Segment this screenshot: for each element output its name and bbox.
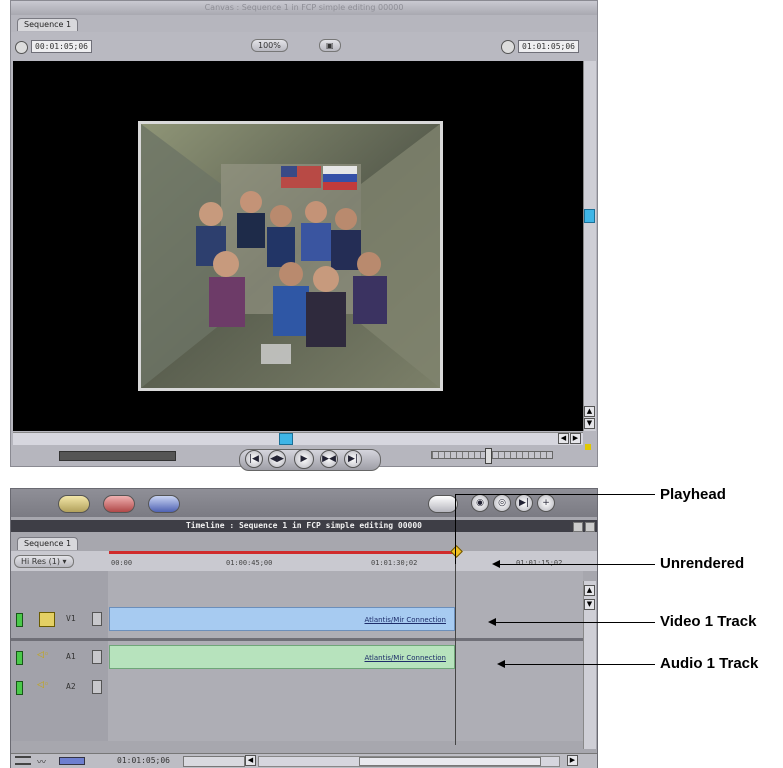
play-icon[interactable]: ▶ [294,449,314,469]
timecode-duration-icon [15,41,28,54]
timeline-vertical-scrollbar[interactable]: ▲ ▼ [583,581,596,749]
scroll-right-arrow-icon[interactable]: ▶ [567,755,578,766]
canvas-vscroll-thumb[interactable] [584,209,595,223]
current-timecode[interactable]: 01:01:05;06 [518,40,579,53]
canvas-header-row: 00:01:05;06 100% ▣ 01:01:05;06 [11,32,597,61]
a2-lock-icon[interactable] [92,680,102,694]
a1-track-name: A1 [66,652,76,661]
play-in-out-icon[interactable] [148,495,180,513]
v1-visibility-toggle[interactable] [16,613,23,627]
canvas-title-bar[interactable]: Canvas : Sequence 1 in FCP simple editin… [11,1,597,15]
playhead-line[interactable] [455,555,456,745]
scroll-left-arrow-icon[interactable]: ◀ [245,755,256,766]
timeline-title-bar[interactable]: Timeline : Sequence 1 in FCP simple edit… [11,520,597,532]
timeline-ruler[interactable]: Hi Res (1) ▾ 00:00 01:00:45;00 01:01:30;… [11,545,597,571]
timeline-horizontal-scrollbar[interactable] [258,756,560,767]
shuttle-slider-thumb[interactable] [485,448,492,464]
unrendered-callout-line [500,564,655,565]
mark-out-icon[interactable] [103,495,135,513]
scroll-up-arrow-icon[interactable]: ▲ [584,585,595,596]
canvas-tab-sequence[interactable]: Sequence 1 [17,18,79,31]
video-track-annotation: Video 1 Track [660,613,757,630]
playhead-callout-connector [455,494,456,564]
video-audio-divider[interactable] [11,638,583,641]
playhead-handle-icon[interactable] [450,545,463,558]
a1-lock-icon[interactable] [92,650,102,664]
record-icon[interactable]: ◉ [471,494,489,512]
scroll-down-arrow-icon[interactable]: ▼ [584,599,595,610]
v1-lock-icon[interactable] [92,612,102,626]
a1-audible-toggle[interactable] [16,651,23,665]
timeline-window: ◉ ◎ ▶| + Timeline : Sequence 1 in FCP si… [10,488,598,768]
video-track-arrow-icon [488,618,496,626]
ruler-label-1: 01:00:45;00 [226,559,273,567]
ruler-label-2: 01:01:30;02 [371,559,418,567]
transport-controls-row: |◀ ◀▶ ▶ ▶◀ ▶| [11,448,597,471]
scroll-left-arrow-icon[interactable]: ◀ [558,433,569,444]
duration-timecode[interactable]: 00:01:05;06 [31,40,92,53]
add-edit-icon[interactable]: + [537,494,555,512]
zoom-popup[interactable]: 100% [251,39,288,52]
audio-track-callout-line [505,664,655,665]
timeline-zoom-slider[interactable] [183,756,245,767]
audio-track-annotation: Audio 1 Track [660,655,759,672]
a1-clip[interactable]: Atlantis/Mir Connection [109,645,455,669]
v1-track-name: V1 [66,614,76,623]
scroll-right-arrow-icon[interactable]: ▶ [570,433,581,444]
track-layout-icon[interactable] [15,756,31,765]
next-edit-icon[interactable]: ▶| [515,494,533,512]
v1-clip[interactable]: Atlantis/Mir Connection [109,607,455,631]
marker-icon[interactable]: ◎ [493,494,511,512]
timeline-current-timecode[interactable]: 01:01:05;06 [117,756,170,765]
space-station-crew-photo [141,124,440,388]
shuttle-slider[interactable] [431,451,553,459]
unrendered-bar [109,551,455,554]
mark-in-icon[interactable] [58,495,90,513]
ruler-label-3: 01:01:15;02 [516,559,563,567]
timeline-tab-sequence[interactable]: Sequence 1 [17,537,79,550]
a2-audible-toggle[interactable] [16,681,23,695]
canvas-vertical-scrollbar[interactable]: ▲ ▼ [583,61,596,431]
ruler-label-0: 00:00 [111,559,133,567]
a2-track-name: A2 [66,682,76,691]
current-timecode-icon [501,40,515,54]
speaker-icon: ◁◦ [37,650,50,660]
go-to-in-icon[interactable]: |◀ [245,450,263,468]
canvas-horizontal-scrollbar[interactable]: ◀ ▶ [13,432,583,445]
scroll-up-arrow-icon[interactable]: ▲ [584,406,595,417]
zoom-window-icon[interactable] [573,522,583,532]
audio-track-a2: ◁◦ A2 [11,675,583,701]
audio-track-arrow-icon [497,660,505,668]
prev-edit-icon[interactable] [428,495,458,513]
video-frame-image [138,121,443,391]
play-in-to-out-icon[interactable]: ◀▶ [268,450,286,468]
scroll-down-arrow-icon[interactable]: ▼ [584,418,595,429]
canvas-window: Canvas : Sequence 1 in FCP simple editin… [10,0,598,471]
speaker-icon: ◁◦ [37,680,50,690]
timeline-bottom-bar: 〰 01:01:05;06 ◀ ▶ [11,753,597,768]
unrendered-arrow-icon [492,560,500,568]
video-track-v1: V1 Atlantis/Mir Connection [11,607,583,633]
clip-overlays-icon[interactable]: 〰 [37,755,46,768]
canvas-hscroll-thumb[interactable] [279,433,293,445]
video-track-icon [39,612,55,627]
canvas-video-area [13,61,583,431]
jog-shuttle-bar[interactable] [59,451,176,461]
view-popup[interactable]: ▣ [319,39,341,52]
video-track-callout-line [496,622,655,623]
playhead-annotation: Playhead [660,486,726,503]
unrendered-annotation: Unrendered [660,555,745,572]
track-height-popup[interactable]: Hi Res (1) ▾ [14,555,74,568]
go-to-out-icon[interactable]: ▶| [344,450,362,468]
collapse-window-icon[interactable] [585,522,595,532]
play-around-icon[interactable]: ▶◀ [320,450,338,468]
timeline-hscroll-thumb[interactable] [359,757,541,766]
playhead-callout-line [455,494,655,495]
track-size-icon[interactable] [59,757,85,765]
